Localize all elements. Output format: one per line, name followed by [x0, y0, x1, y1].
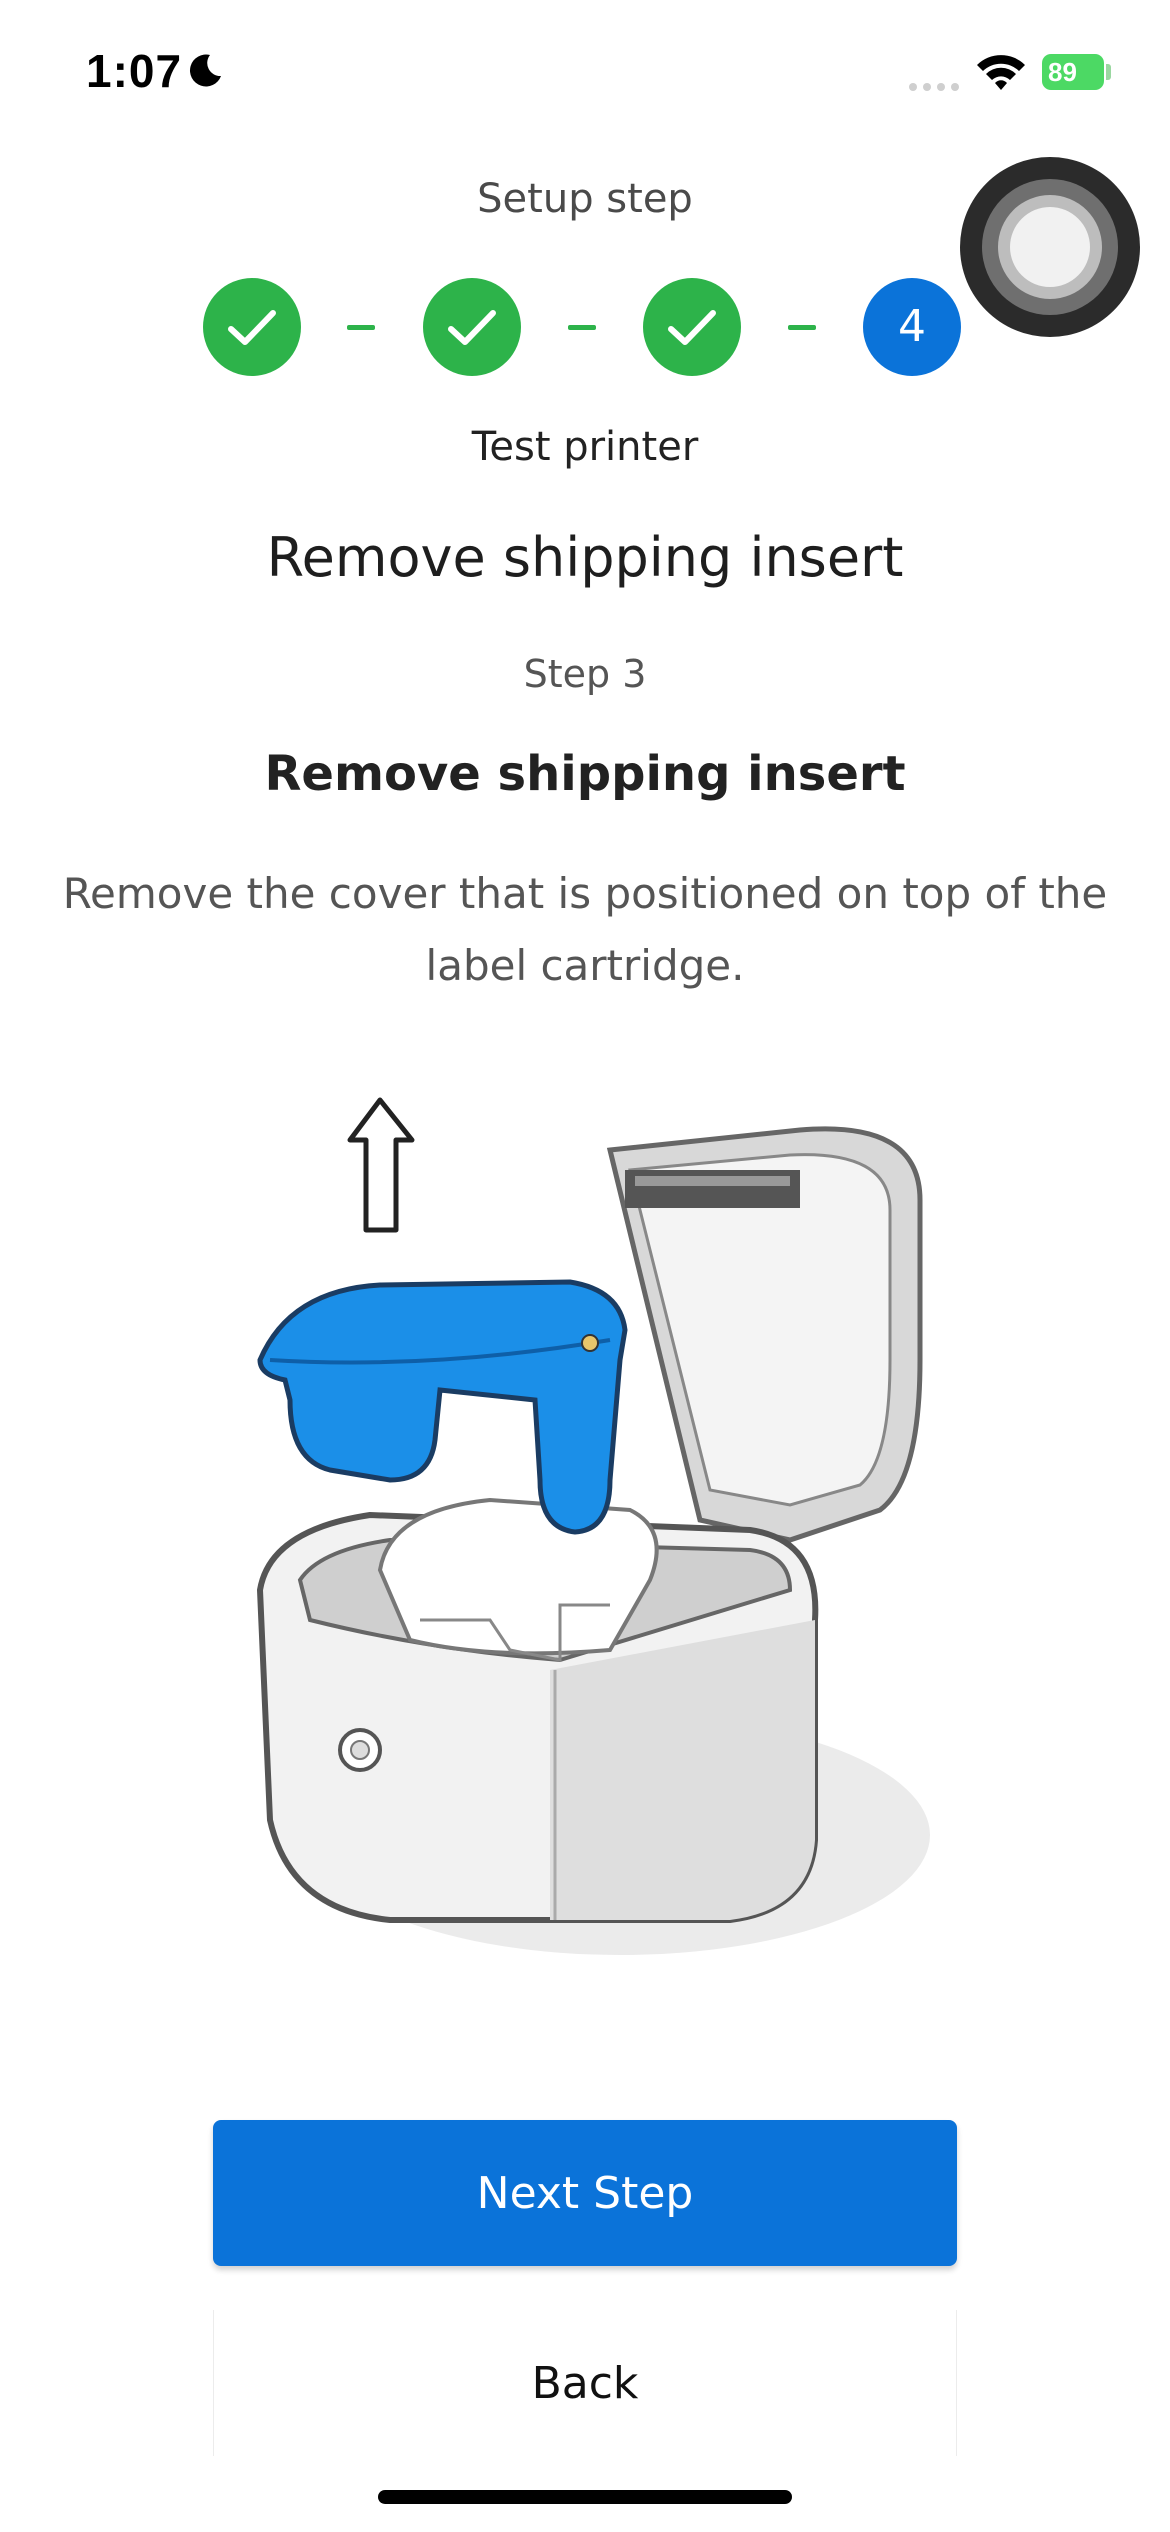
step-connector [788, 325, 816, 330]
back-button[interactable]: Back [213, 2310, 957, 2456]
check-icon [448, 310, 496, 345]
next-step-button[interactable]: Next Step [213, 2120, 957, 2266]
wifi-icon [977, 55, 1025, 90]
current-step-name: Test printer [471, 424, 699, 470]
step-2-complete [423, 278, 521, 376]
step-connector [568, 325, 596, 330]
step-1-complete [203, 278, 301, 376]
do-not-disturb-moon-icon [189, 54, 221, 87]
instruction-step-number: Step 3 [523, 652, 647, 696]
step-connector [347, 325, 375, 330]
setup-stepper: 4 [0, 278, 1170, 378]
home-indicator[interactable] [378, 2490, 792, 2504]
cellular-signal-icon [909, 83, 959, 91]
check-icon [668, 310, 716, 345]
page-title: Remove shipping insert [266, 526, 904, 589]
check-icon [228, 310, 276, 345]
instruction-body: Remove the cover that is positioned on t… [62, 869, 1108, 990]
step-4-current: 4 [863, 278, 961, 376]
battery-cap [1106, 64, 1111, 80]
status-time: 1:07 [86, 45, 183, 97]
instruction-title: Remove shipping insert [264, 746, 906, 802]
battery-icon: 89 [1042, 54, 1104, 90]
battery-level: 89 [1048, 57, 1077, 87]
step-3-complete [643, 278, 741, 376]
status-bar: 1:07 89 [0, 0, 1170, 150]
setup-step-label: Setup step [477, 176, 693, 222]
printer-illustration [256, 1097, 930, 1955]
